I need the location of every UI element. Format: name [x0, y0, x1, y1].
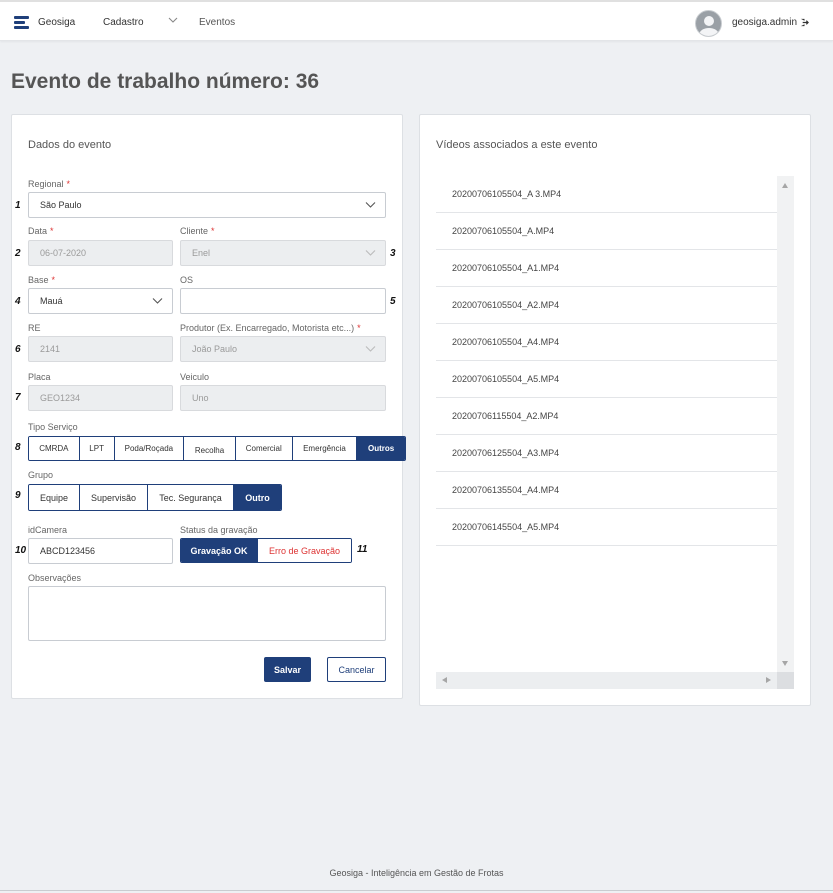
avatar[interactable] [695, 10, 722, 37]
base-select[interactable]: Mauá [28, 288, 173, 314]
chevron-down-icon [152, 298, 163, 304]
horizontal-scrollbar[interactable] [436, 672, 794, 689]
status-gravacao-label: Status da gravação [180, 525, 258, 535]
veiculo-field: Uno [180, 385, 386, 411]
logout-icon[interactable] [800, 18, 809, 27]
tipo-servico-option[interactable]: Poda/Roçada [114, 437, 185, 460]
marker-11: 11 [357, 544, 368, 555]
scroll-up-icon[interactable] [782, 183, 788, 188]
placa-field: GEO1234 [28, 385, 173, 411]
chevron-down-icon [365, 346, 376, 352]
produtor-select: João Paulo [180, 336, 386, 362]
scrollbar-corner [777, 672, 794, 689]
scroll-right-icon[interactable] [766, 677, 771, 683]
video-item[interactable]: 20200706105504_A2.MP4 [436, 287, 777, 324]
marker-5: 5 [390, 296, 396, 307]
grupo-option[interactable]: Outro [234, 485, 281, 510]
tipo-servico-option[interactable]: CMRDA [29, 437, 80, 460]
video-item[interactable]: 20200706145504_A5.MP4 [436, 509, 777, 546]
os-input[interactable] [180, 288, 386, 314]
erro-gravacao-button[interactable]: Erro de Gravação [258, 539, 351, 562]
grupo-group: Equipe Supervisão Tec. Segurança Outro [28, 484, 282, 511]
data-field: 06-07-2020 [28, 240, 173, 266]
scroll-left-icon[interactable] [442, 677, 447, 683]
idcamera-input[interactable]: ABCD123456 [28, 538, 173, 564]
idcamera-label: idCamera [28, 525, 68, 535]
chevron-down-icon [365, 202, 376, 208]
tipo-servico-option[interactable]: Outros [357, 437, 405, 460]
menu-icon[interactable] [14, 16, 29, 30]
video-item[interactable]: 20200706105504_A1.MP4 [436, 250, 777, 287]
cancel-button[interactable]: Cancelar [327, 657, 386, 682]
marker-7: 7 [15, 392, 21, 403]
video-item[interactable]: 20200706115504_A2.MP4 [436, 398, 777, 435]
tipo-servico-label: Tipo Serviço [28, 422, 78, 432]
base-value: Mauá [40, 296, 63, 306]
chevron-down-icon [365, 250, 376, 256]
placa-label: Placa [28, 372, 51, 382]
regional-label: Regional * [28, 179, 71, 189]
page-title: Evento de trabalho número: 36 [11, 70, 320, 93]
video-item[interactable]: 20200706105504_A.MP4 [436, 213, 777, 250]
videos-card: Vídeos associados a este evento 20200706… [419, 114, 811, 706]
marker-2: 2 [15, 248, 21, 259]
grupo-label: Grupo [28, 470, 54, 480]
cliente-select: Enel [180, 240, 386, 266]
video-item[interactable]: 20200706105504_A 3.MP4 [436, 176, 777, 213]
video-item[interactable]: 20200706105504_A5.MP4 [436, 361, 777, 398]
grupo-option[interactable]: Tec. Segurança [148, 485, 234, 510]
tipo-servico-option[interactable]: Emergência [292, 437, 358, 460]
regional-select[interactable]: São Paulo [28, 192, 386, 218]
gravacao-ok-button[interactable]: Gravação OK [181, 539, 259, 562]
tipo-servico-option[interactable]: LPT [79, 437, 115, 460]
footer-divider [0, 890, 833, 891]
video-list: 20200706105504_A 3.MP4 20200706105504_A.M… [436, 176, 777, 546]
footer-text: Geosiga - Inteligência em Gestão de Frot… [329, 868, 504, 878]
marker-1: 1 [15, 200, 21, 211]
grupo-option[interactable]: Equipe [29, 485, 80, 510]
observacoes-label: Observações [28, 573, 82, 583]
user-name[interactable]: geosiga.admin [732, 17, 797, 28]
os-label: OS [180, 275, 194, 285]
produtor-value: João Paulo [192, 344, 238, 354]
chevron-down-icon[interactable] [168, 15, 178, 25]
observacoes-textarea[interactable] [28, 586, 386, 641]
video-item[interactable]: 20200706105504_A4.MP4 [436, 324, 777, 361]
cliente-label: Cliente * [180, 226, 215, 236]
tipo-servico-option[interactable]: Recolha [184, 437, 236, 460]
marker-10: 10 [15, 545, 27, 556]
re-label: RE [28, 323, 41, 333]
status-gravacao-group: Gravação OK Erro de Gravação [180, 538, 352, 563]
save-button[interactable]: Salvar [264, 657, 311, 682]
cliente-value: Enel [192, 248, 211, 258]
marker-9: 9 [15, 490, 21, 501]
scroll-down-icon[interactable] [782, 661, 788, 666]
re-field: 2141 [28, 336, 173, 362]
veiculo-label: Veiculo [180, 372, 210, 382]
regional-value: São Paulo [40, 200, 82, 210]
video-item[interactable]: 20200706135504_A4.MP4 [436, 472, 777, 509]
grupo-option[interactable]: Supervisão [80, 485, 148, 510]
brand-name[interactable]: Geosiga [38, 17, 75, 28]
marker-8: 8 [15, 442, 21, 453]
event-form-card: Dados do evento Regional * 1 São Paulo Da… [11, 114, 406, 699]
top-navbar: Geosiga Cadastro Eventos geosiga.admin [0, 0, 833, 41]
base-label: Base * [28, 275, 56, 285]
videos-title: Vídeos associados a este evento [436, 139, 598, 151]
tipo-servico-group: CMRDA LPT Poda/Roçada Recolha Comercial Emerg… [28, 436, 406, 461]
video-item[interactable]: 20200706125504_A3.MP4 [436, 435, 777, 472]
produtor-label: Produtor (Ex. Encarregado, Motorista etc… [180, 323, 361, 333]
marker-4: 4 [15, 296, 21, 307]
data-label: Data * [28, 226, 54, 236]
form-title: Dados do evento [28, 139, 112, 151]
tipo-servico-option[interactable]: Comercial [235, 437, 293, 460]
nav-cadastro[interactable]: Cadastro [103, 17, 144, 28]
marker-3: 3 [390, 248, 396, 259]
vertical-scrollbar[interactable] [777, 176, 794, 672]
marker-6: 6 [15, 344, 21, 355]
nav-eventos[interactable]: Eventos [199, 17, 235, 28]
